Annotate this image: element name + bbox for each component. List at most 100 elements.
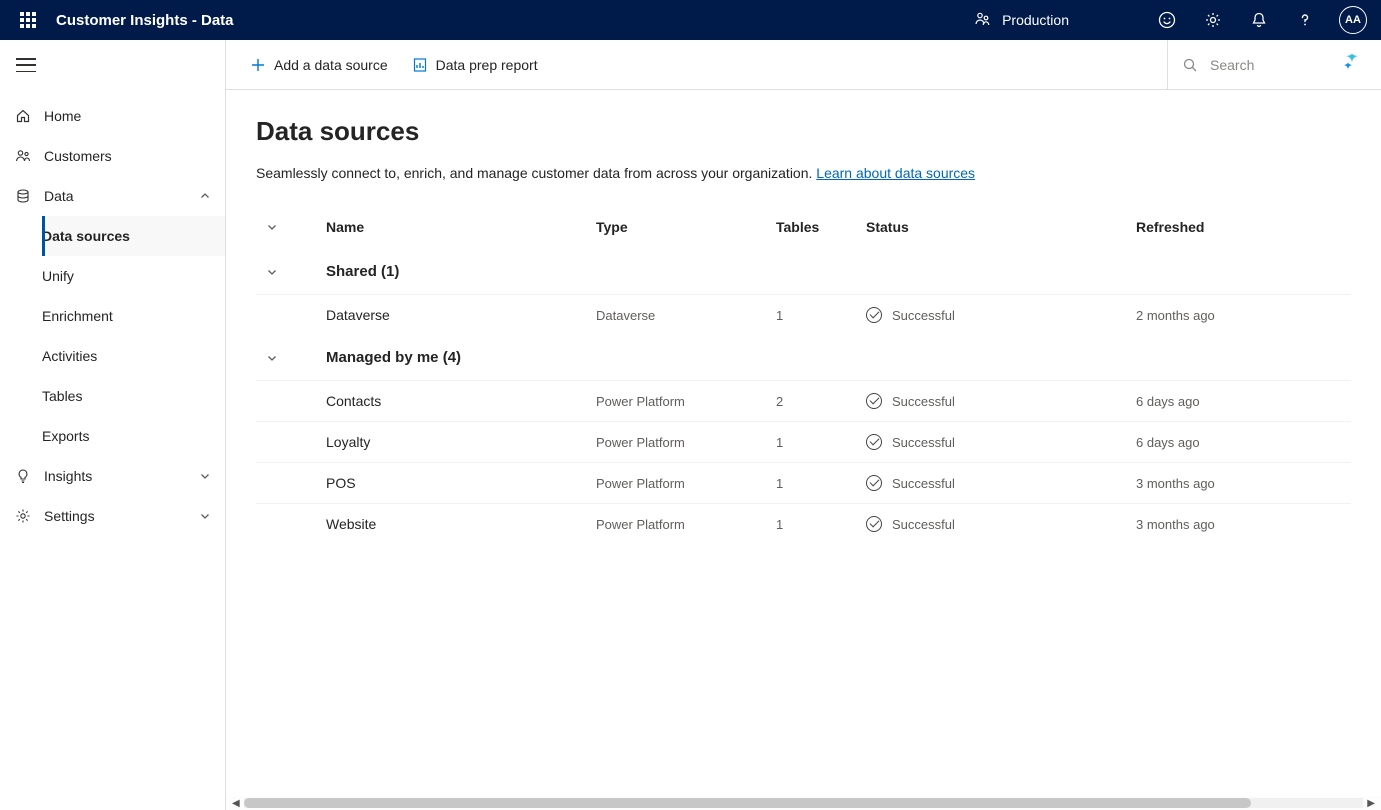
column-header-name[interactable]: Name <box>316 205 586 249</box>
learn-link[interactable]: Learn about data sources <box>816 165 975 181</box>
chevron-down-icon <box>199 510 211 522</box>
chevron-down-icon <box>266 221 278 233</box>
notifications-icon[interactable] <box>1241 2 1277 38</box>
cell-refreshed: 6 days ago <box>1126 381 1351 422</box>
cell-type: Dataverse <box>586 295 766 336</box>
cell-refreshed: 3 months ago <box>1126 463 1351 504</box>
cell-name: Loyalty <box>316 422 586 463</box>
report-icon <box>412 57 428 73</box>
data-prep-report-button[interactable]: Data prep report <box>412 57 538 73</box>
sidebar-item-unify[interactable]: Unify <box>42 256 225 296</box>
sidebar-item-activities[interactable]: Activities <box>42 336 225 376</box>
table-row[interactable]: LoyaltyPower Platform1Successful6 days a… <box>256 422 1351 463</box>
cell-tables: 1 <box>766 463 856 504</box>
sidebar: Home Customers Data Data <box>0 40 226 810</box>
scroll-thumb[interactable] <box>244 798 1252 808</box>
sidebar-item-insights[interactable]: Insights <box>0 456 225 496</box>
cell-status: Successful <box>856 504 1126 545</box>
topbar: Customer Insights - Data Production AA <box>0 0 1381 40</box>
data-icon <box>14 187 32 205</box>
help-icon[interactable] <box>1287 2 1323 38</box>
sidebar-item-label: Enrichment <box>42 308 113 324</box>
sidebar-item-customers[interactable]: Customers <box>0 136 225 176</box>
table-group-row[interactable]: Shared (1) <box>256 249 1351 295</box>
cell-name: Contacts <box>316 381 586 422</box>
environment-picker[interactable]: Production <box>974 12 1069 28</box>
gear-icon <box>14 507 32 525</box>
page-title: Data sources <box>256 116 1351 147</box>
table-group-row[interactable]: Managed by me (4) <box>256 335 1351 381</box>
sidebar-item-label: Customers <box>44 148 112 164</box>
sidebar-item-label: Tables <box>42 388 82 404</box>
home-icon <box>14 107 32 125</box>
waffle-icon <box>20 12 36 28</box>
search-input[interactable] <box>1208 56 1338 74</box>
scroll-right-icon[interactable]: ▶ <box>1367 798 1375 809</box>
column-header-status[interactable]: Status <box>856 205 1126 249</box>
chevron-down-icon <box>266 266 278 278</box>
copilot-icon[interactable] <box>1339 52 1363 76</box>
command-label: Data prep report <box>436 57 538 73</box>
sidebar-item-settings[interactable]: Settings <box>0 496 225 536</box>
check-circle-icon <box>866 307 882 323</box>
chevron-down-icon <box>266 352 278 364</box>
cell-status: Successful <box>856 463 1126 504</box>
sidebar-item-exports[interactable]: Exports <box>42 416 225 456</box>
sidebar-item-label: Home <box>44 108 81 124</box>
cell-status: Successful <box>856 381 1126 422</box>
cell-tables: 1 <box>766 295 856 336</box>
group-label: Shared (1) <box>316 249 1351 295</box>
cell-name: Website <box>316 504 586 545</box>
sidebar-item-tables[interactable]: Tables <box>42 376 225 416</box>
horizontal-scrollbar[interactable]: ◀ ▶ <box>226 796 1381 810</box>
app-launcher-icon[interactable] <box>8 0 48 40</box>
add-data-source-button[interactable]: Add a data source <box>250 57 388 73</box>
feedback-icon[interactable] <box>1149 2 1185 38</box>
avatar[interactable]: AA <box>1339 6 1367 34</box>
sidebar-item-label: Data sources <box>42 228 130 244</box>
column-header-tables[interactable]: Tables <box>766 205 856 249</box>
page-description-text: Seamlessly connect to, enrich, and manag… <box>256 165 816 181</box>
table-row[interactable]: DataverseDataverse1Successful2 months ag… <box>256 295 1351 336</box>
scroll-track[interactable] <box>244 798 1364 808</box>
sidebar-item-label: Activities <box>42 348 97 364</box>
chevron-up-icon <box>199 190 211 202</box>
group-expand-toggle[interactable] <box>256 249 316 295</box>
app-title: Customer Insights - Data <box>56 12 234 29</box>
group-expand-toggle[interactable] <box>256 335 316 381</box>
check-circle-icon <box>866 393 882 409</box>
chevron-down-icon <box>199 470 211 482</box>
plus-icon <box>250 57 266 73</box>
check-circle-icon <box>866 434 882 450</box>
cell-type: Power Platform <box>586 463 766 504</box>
column-header-refreshed[interactable]: Refreshed <box>1126 205 1351 249</box>
column-header-type[interactable]: Type <box>586 205 766 249</box>
hamburger-icon[interactable] <box>16 58 36 72</box>
cell-type: Power Platform <box>586 504 766 545</box>
search-icon <box>1182 57 1198 73</box>
settings-icon[interactable] <box>1195 2 1231 38</box>
scroll-left-icon[interactable]: ◀ <box>232 798 240 809</box>
sidebar-item-data[interactable]: Data <box>0 176 225 216</box>
cell-type: Power Platform <box>586 381 766 422</box>
table-row[interactable]: POSPower Platform1Successful3 months ago <box>256 463 1351 504</box>
cell-status: Successful <box>856 295 1126 336</box>
cell-status: Successful <box>856 422 1126 463</box>
sidebar-item-data-sources[interactable]: Data sources <box>42 216 225 256</box>
table-row[interactable]: ContactsPower Platform2Successful6 days … <box>256 381 1351 422</box>
sidebar-item-label: Exports <box>42 428 89 444</box>
sidebar-item-home[interactable]: Home <box>0 96 225 136</box>
cell-refreshed: 3 months ago <box>1126 504 1351 545</box>
check-circle-icon <box>866 516 882 532</box>
sidebar-item-label: Data <box>44 188 74 204</box>
table-row[interactable]: WebsitePower Platform1Successful3 months… <box>256 504 1351 545</box>
search-box[interactable] <box>1167 40 1357 90</box>
sidebar-item-label: Insights <box>44 468 92 484</box>
group-label: Managed by me (4) <box>316 335 1351 381</box>
cell-refreshed: 2 months ago <box>1126 295 1351 336</box>
column-expand[interactable] <box>256 205 316 249</box>
environment-label: Production <box>1002 12 1069 28</box>
cell-name: Dataverse <box>316 295 586 336</box>
sidebar-item-label: Settings <box>44 508 95 524</box>
sidebar-item-enrichment[interactable]: Enrichment <box>42 296 225 336</box>
